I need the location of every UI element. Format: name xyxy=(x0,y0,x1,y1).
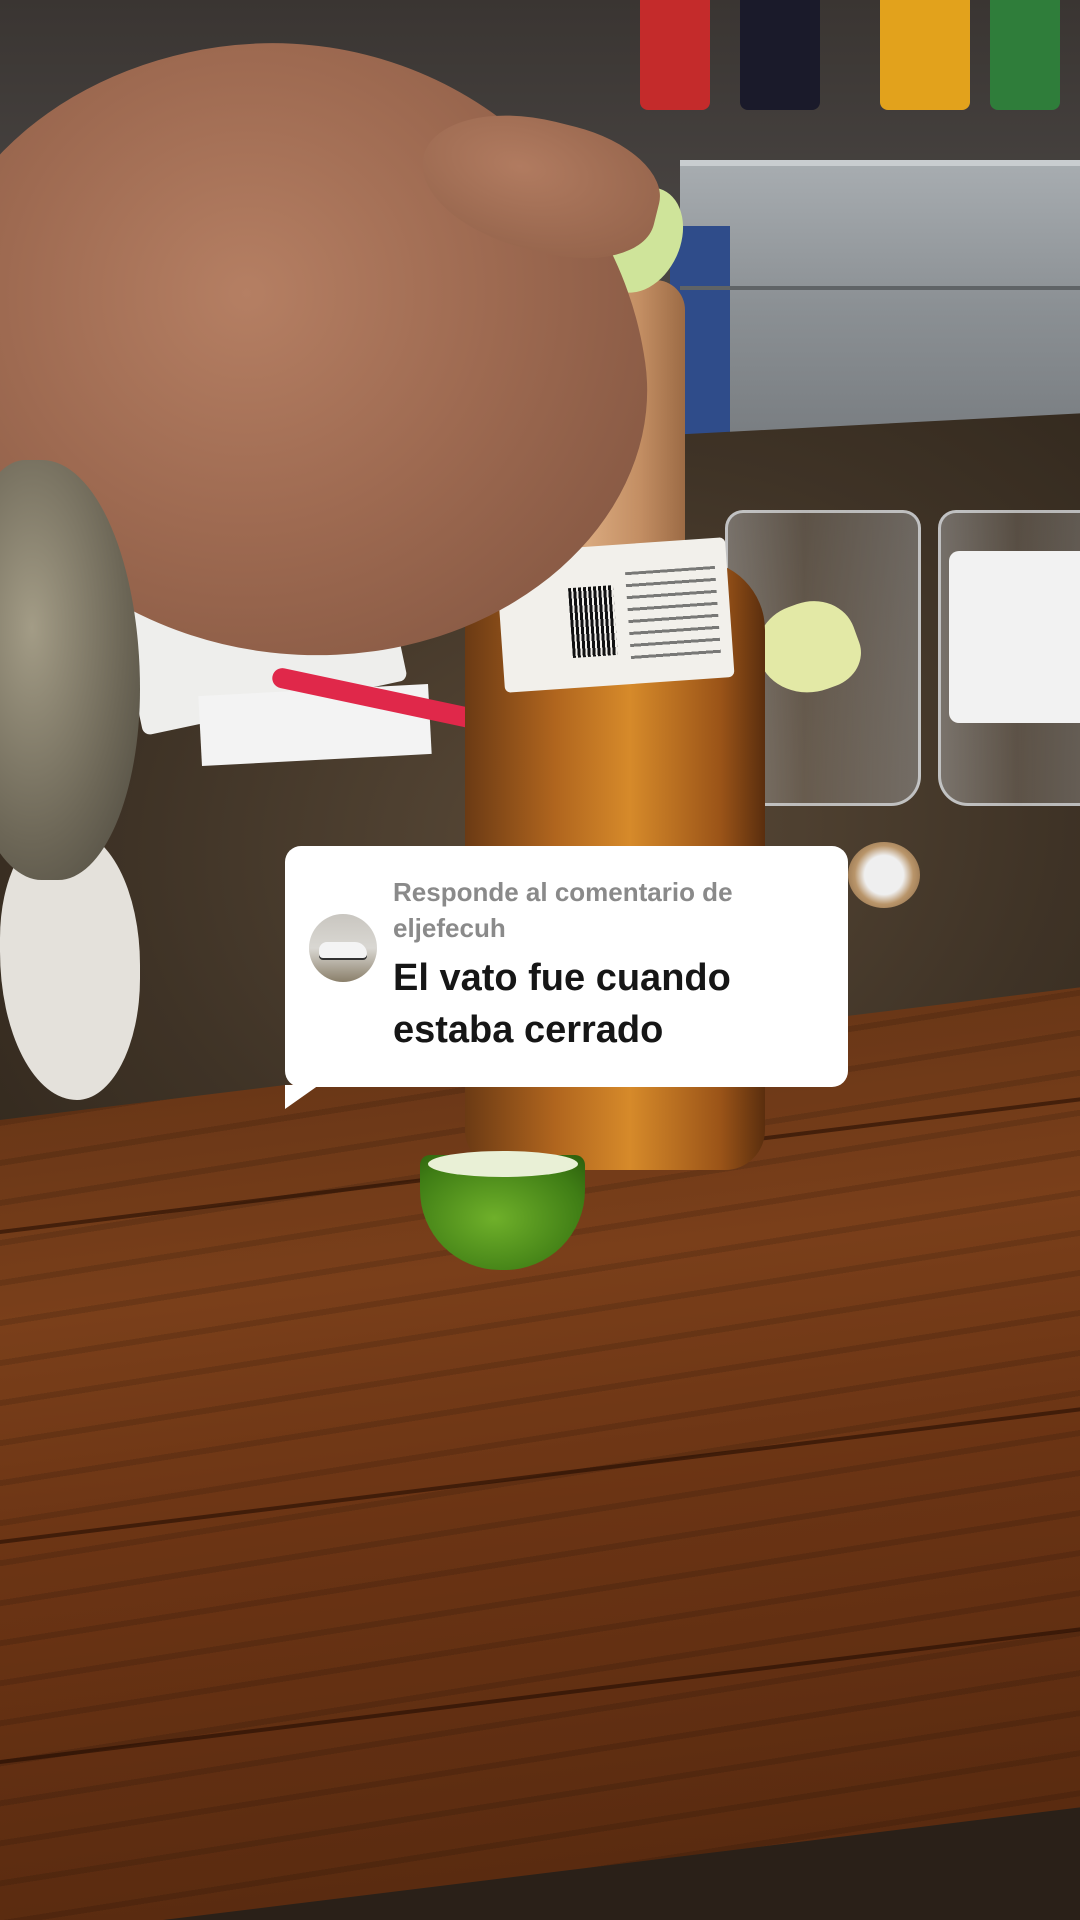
label-fine-print xyxy=(625,565,722,662)
bottle-cap xyxy=(848,842,920,908)
beer-tap xyxy=(640,0,710,110)
cooler-seam xyxy=(680,286,1080,290)
commenter-avatar[interactable] xyxy=(309,914,377,982)
car-icon xyxy=(319,942,367,958)
beer-tap xyxy=(740,0,820,110)
barcode-icon xyxy=(568,585,618,659)
lime-flesh xyxy=(428,1151,578,1177)
beer-tap xyxy=(880,0,970,110)
wood-grain-line xyxy=(0,1407,1080,1544)
beer-tap xyxy=(990,0,1060,110)
salt xyxy=(949,551,1080,723)
wood-grain-line xyxy=(0,1627,1080,1764)
shot-glass-salt xyxy=(938,510,1080,806)
comment-text: El vato fue cuando estaba cerrado xyxy=(393,957,731,1051)
reply-caption: Responde al comentario de eljefecuh xyxy=(393,877,733,943)
reply-comment-sticker[interactable]: Responde al comentario de eljefecuh El v… xyxy=(285,846,848,1109)
